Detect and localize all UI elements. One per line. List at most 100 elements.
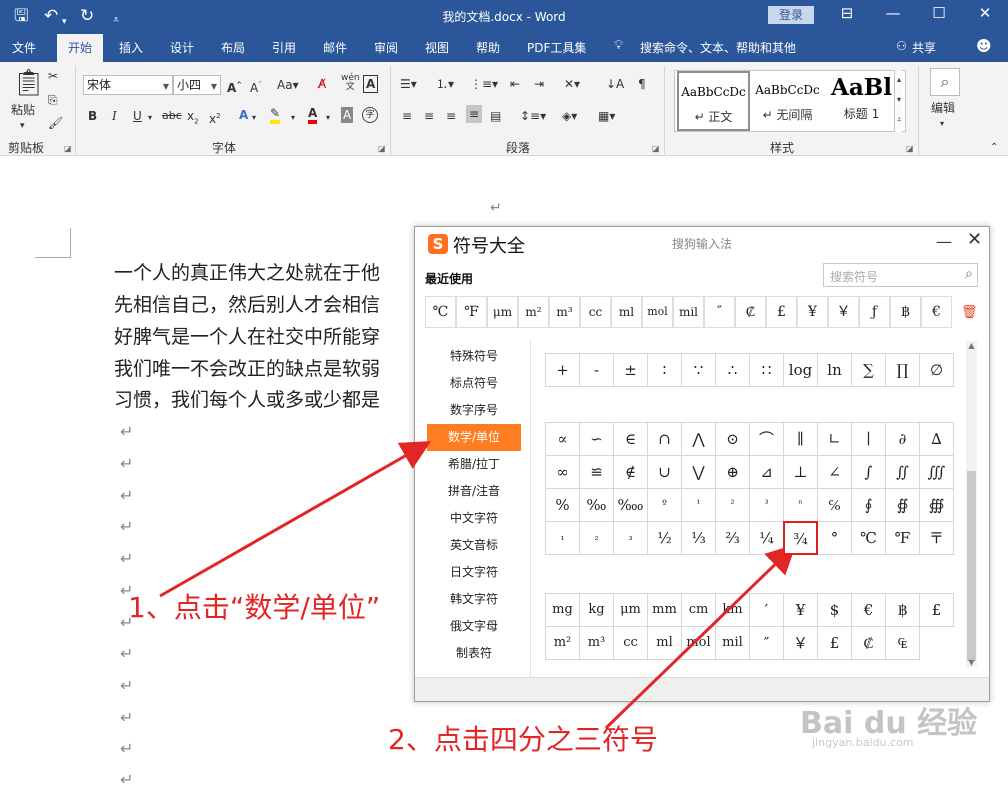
symbol-cell[interactable]: ‰ [579, 488, 614, 522]
symbol-cell[interactable]: ∣ [851, 422, 886, 456]
symbol-cell[interactable]: ° [817, 521, 852, 555]
symbol-cell[interactable]: ≌ [579, 455, 614, 489]
tab-help[interactable]: 帮助 [476, 39, 500, 56]
symbol-cell[interactable]: ∉ [613, 455, 648, 489]
symbol-cell[interactable]: £ [817, 626, 852, 660]
paragraph-launcher-icon[interactable]: ◪ [652, 144, 660, 153]
paste-dropdown-icon[interactable]: ▾ [20, 118, 25, 134]
symbol-cell[interactable]: ∈ [613, 422, 648, 456]
symbol-cell[interactable]: ∶ [647, 353, 682, 387]
tab-home[interactable]: 开始 [57, 34, 104, 62]
recent-symbol[interactable]: m² [518, 296, 549, 328]
symbol-cell[interactable]: ∷ [749, 353, 784, 387]
bullets-icon[interactable]: ☰▾ [400, 76, 417, 92]
highlight-dropdown-icon[interactable]: ▾ [291, 110, 295, 126]
tab-pdf-tools[interactable]: PDF工具集 [527, 39, 586, 56]
document-line[interactable]: 一个人的真正伟大之处就在于他 [114, 260, 380, 286]
symbol-cell[interactable]: ² [715, 488, 750, 522]
char-border-icon[interactable]: A [363, 75, 379, 93]
symbol-cell[interactable]: ℅ [817, 488, 852, 522]
close-icon[interactable]: ✕ [967, 229, 982, 250]
symbol-cell[interactable]: mg [545, 593, 580, 627]
symbol-cell[interactable]: ∴ [715, 353, 750, 387]
symbol-cell[interactable]: ₂ [579, 521, 614, 555]
symbol-cell[interactable]: ¥ [783, 593, 818, 627]
enclose-char-icon[interactable]: 字 [362, 107, 378, 123]
category-table[interactable]: 制表符 [427, 640, 521, 667]
symbol-cell[interactable]: mm [647, 593, 682, 627]
recent-symbol[interactable]: cc [580, 296, 611, 328]
minimize-icon[interactable]: — [936, 232, 952, 251]
subscript-button[interactable]: x2 [187, 108, 199, 129]
share-button[interactable]: 共享 [912, 39, 936, 56]
style-no-spacing[interactable]: AaBbCcDc ↵ 无间隔 [751, 71, 824, 131]
recent-symbol[interactable]: mil [673, 296, 704, 328]
italic-button[interactable]: I [112, 108, 117, 124]
document-line[interactable]: 好脾气是一个人在社交中所能穿 [114, 324, 380, 350]
change-case-button[interactable]: Aa▾ [277, 77, 299, 93]
align-center-icon[interactable]: ≡ [424, 108, 434, 124]
style-heading-1[interactable]: AaBl 标题 1 [825, 71, 898, 131]
symbol-cell[interactable]: ⋀ [681, 422, 716, 456]
symbol-cell[interactable]: ml [647, 626, 682, 660]
maximize-icon[interactable]: ☐ [924, 4, 954, 22]
clipboard-launcher-icon[interactable]: ◪ [64, 144, 72, 153]
symbol-cell[interactable]: ⊙ [715, 422, 750, 456]
superscript-button[interactable]: x2 [209, 108, 221, 127]
tab-layout[interactable]: 布局 [221, 39, 245, 56]
underline-button[interactable]: U [133, 108, 142, 124]
symbol-cell[interactable]: ₃ [613, 521, 648, 555]
symbol-cell[interactable]: ¼ [749, 521, 784, 555]
category-korean[interactable]: 韩文字符 [427, 586, 521, 613]
symbol-cell[interactable]: ∵ [681, 353, 716, 387]
symbol-cell[interactable]: mol [681, 626, 716, 660]
symbol-cell[interactable]: ⊕ [715, 455, 750, 489]
format-painter-icon[interactable]: 🖌︎ [48, 115, 63, 131]
recent-symbol[interactable]: ℃ [425, 296, 456, 328]
scroll-thumb[interactable] [967, 471, 976, 661]
symbol-cell[interactable]: ′ [749, 593, 784, 627]
symbol-cell[interactable]: ₡ [851, 626, 886, 660]
show-marks-icon[interactable]: ¶ [638, 76, 646, 92]
recent-symbol[interactable]: ″ [704, 296, 735, 328]
tab-design[interactable]: 设计 [170, 39, 194, 56]
strikethrough-button[interactable]: abc [162, 108, 182, 124]
recent-symbol[interactable]: ℉ [456, 296, 487, 328]
symbol-cell[interactable]: ₁ [545, 521, 580, 555]
trash-icon[interactable]: 🗑︎ [961, 305, 978, 320]
symbol-cell[interactable]: ￥ [783, 626, 818, 660]
symbol-cell[interactable]: ∩ [647, 422, 682, 456]
char-shading-icon[interactable]: A [341, 107, 354, 123]
symbol-cell[interactable]: ″ [749, 626, 784, 660]
recent-symbol[interactable]: μm [487, 296, 518, 328]
symbol-cell[interactable]: kg [579, 593, 614, 627]
scroll-up-icon[interactable]: ▲ [966, 341, 977, 350]
recent-symbol[interactable]: € [921, 296, 952, 328]
symbol-cell[interactable]: ⋁ [681, 455, 716, 489]
collapse-ribbon-icon[interactable]: ⌃ [990, 140, 998, 156]
symbol-cell[interactable]: ∂ [885, 422, 920, 456]
symbol-cell[interactable]: km [715, 593, 750, 627]
symbol-cell[interactable]: ³ [749, 488, 784, 522]
symbol-cell[interactable]: % [545, 488, 580, 522]
symbol-cell[interactable]: log [783, 353, 818, 387]
symbol-cell[interactable]: $ [817, 593, 852, 627]
shading-icon[interactable]: ◈▾ [562, 108, 577, 124]
style-normal[interactable]: AaBbCcDc ↵ 正文 [677, 71, 750, 131]
recent-symbol[interactable]: ¥ [797, 296, 828, 328]
symbol-cell[interactable]: ⊿ [749, 455, 784, 489]
feedback-smiley-icon[interactable]: ☻ [976, 37, 992, 55]
phonetic-guide-button[interactable]: wén 文 [341, 74, 360, 92]
symbol-cell[interactable]: ℉ [885, 521, 920, 555]
tab-view[interactable]: 视图 [425, 39, 449, 56]
recent-symbol[interactable]: m³ [549, 296, 580, 328]
symbol-cell[interactable]: ∪ [647, 455, 682, 489]
multilevel-list-icon[interactable]: ⋮≡▾ [470, 76, 498, 92]
symbol-cell[interactable]: ∏ [885, 353, 920, 387]
sort-icon[interactable]: ↓A [606, 76, 624, 92]
symbol-cell[interactable]: ₠ [885, 626, 920, 660]
share-icon[interactable]: ⚇ [896, 39, 907, 53]
symbol-cell[interactable]: € [851, 593, 886, 627]
symbol-cell[interactable]: ± [613, 353, 648, 387]
symbol-cell[interactable]: ⊥ [783, 455, 818, 489]
